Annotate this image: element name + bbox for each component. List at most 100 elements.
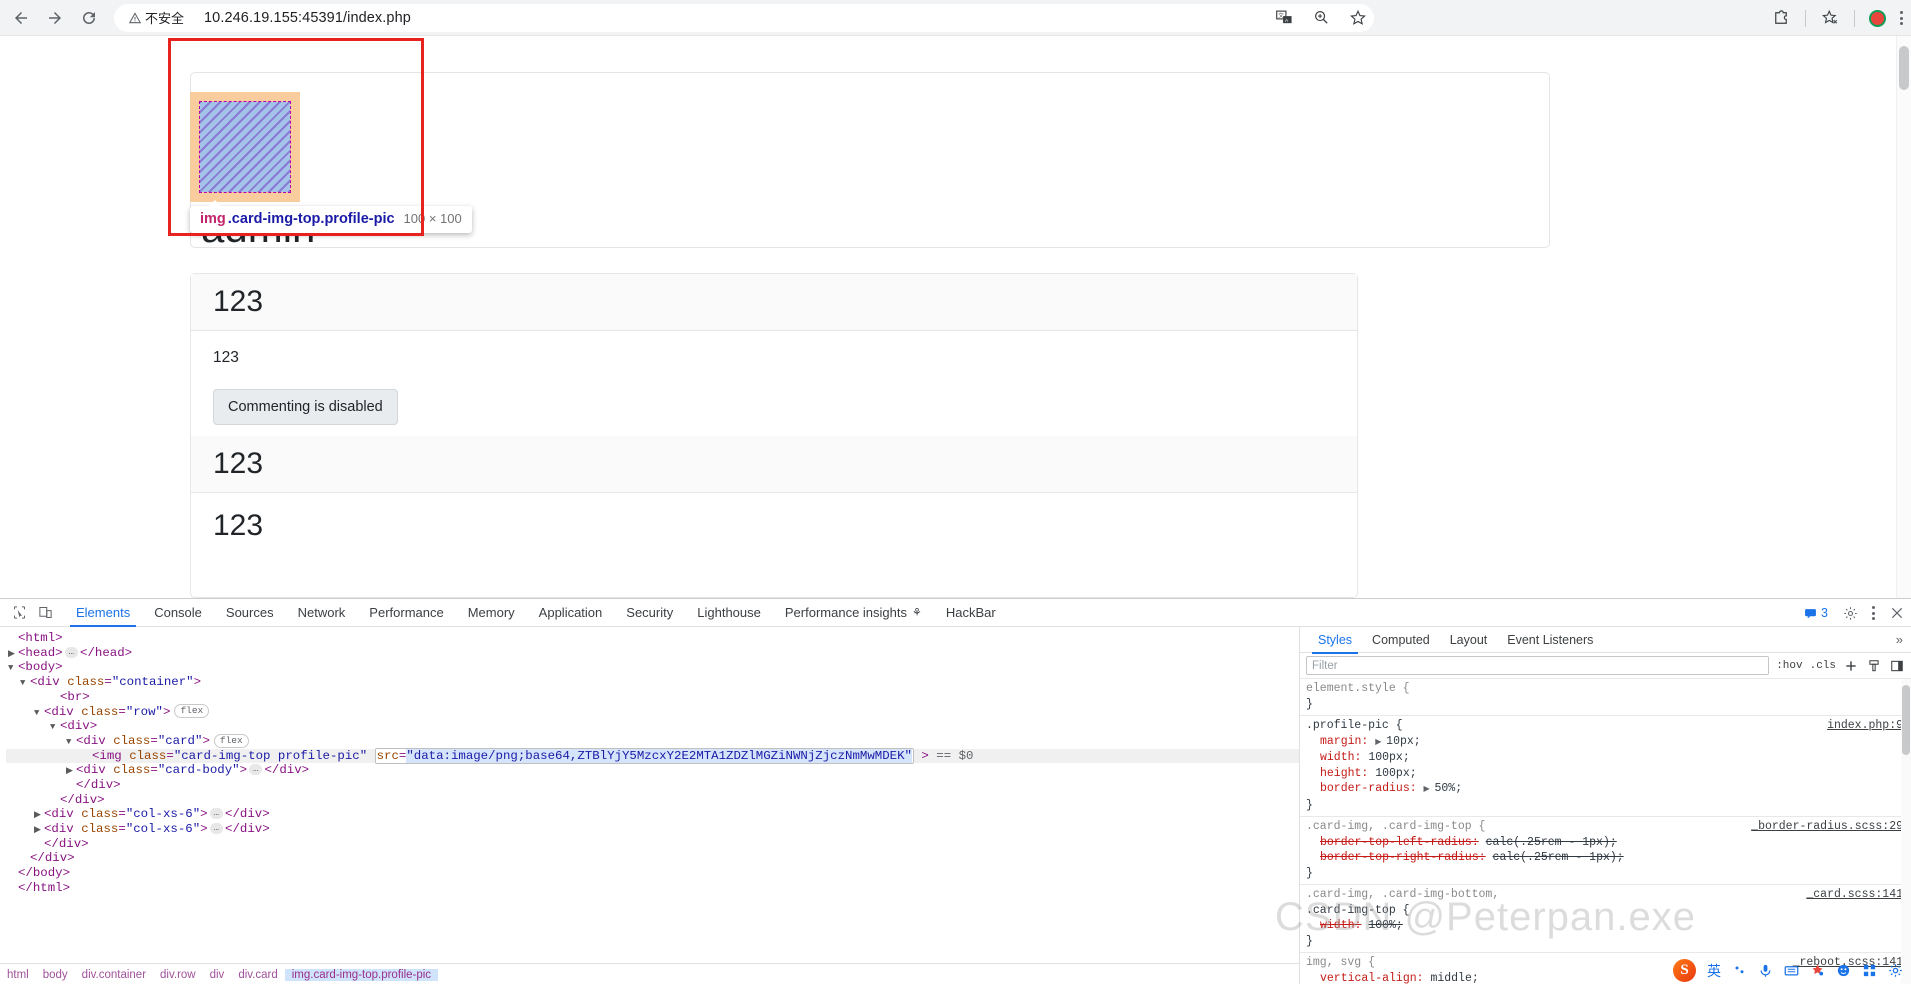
style-pen-icon[interactable] bbox=[1866, 658, 1882, 674]
css-property[interactable]: width: bbox=[1320, 919, 1361, 932]
devtools-menu-kebab-icon[interactable] bbox=[1872, 606, 1875, 620]
css-declaration[interactable]: width: 100%; bbox=[1306, 918, 1911, 934]
bookmark-star-icon[interactable] bbox=[1348, 8, 1368, 28]
dom-node[interactable]: <head>…</head> bbox=[6, 646, 1299, 661]
dom-node[interactable]: </div> bbox=[6, 837, 1299, 852]
css-value[interactable]: 100%; bbox=[1368, 919, 1403, 932]
dom-node[interactable]: </div> bbox=[6, 793, 1299, 808]
zoom-icon[interactable] bbox=[1311, 8, 1331, 28]
chevron-right-icon[interactable]: ▶ bbox=[1375, 738, 1386, 747]
css-selector[interactable]: element.style { bbox=[1306, 681, 1911, 697]
dom-node[interactable]: <div class="card">flex bbox=[6, 733, 1299, 749]
back-arrow-icon[interactable] bbox=[4, 1, 38, 35]
dom-node[interactable]: </div> bbox=[6, 778, 1299, 793]
css-value[interactable]: 100px; bbox=[1368, 751, 1409, 764]
skin-icon[interactable] bbox=[1810, 963, 1825, 978]
dom-tree[interactable]: <html><head>…</head><body><div class="co… bbox=[0, 627, 1299, 895]
css-rule-origin-link[interactable]: index.php:9 bbox=[1827, 718, 1903, 734]
styles-scrollbar-thumb[interactable] bbox=[1902, 685, 1910, 755]
css-selector-continued[interactable]: .card-img-top { bbox=[1306, 903, 1911, 919]
styles-scrollbar[interactable] bbox=[1901, 679, 1911, 984]
css-declaration[interactable]: height: 100px; bbox=[1306, 766, 1911, 782]
devtools-tab-hackbar[interactable]: HackBar bbox=[934, 599, 1008, 626]
devtools-tab-memory[interactable]: Memory bbox=[456, 599, 527, 626]
emoji-icon[interactable] bbox=[1836, 963, 1851, 978]
dom-node[interactable]: </div> bbox=[6, 851, 1299, 866]
devtools-tab-performance[interactable]: Performance bbox=[357, 599, 455, 626]
dom-node[interactable]: <div class="container"> bbox=[6, 675, 1299, 690]
css-declaration[interactable]: border-top-right-radius: calc(.25rem - 1… bbox=[1306, 850, 1911, 866]
toggle-sidebar-icon[interactable] bbox=[1889, 658, 1905, 674]
chevron-right-icon[interactable] bbox=[34, 808, 44, 823]
styles-tab-computed[interactable]: Computed bbox=[1362, 627, 1440, 653]
dom-node[interactable]: <body> bbox=[6, 660, 1299, 675]
breadcrumb-item[interactable]: div.row bbox=[153, 969, 203, 981]
css-property[interactable]: height: bbox=[1320, 767, 1368, 780]
devtools-tab-security[interactable]: Security bbox=[614, 599, 685, 626]
inspect-element-icon[interactable] bbox=[6, 600, 32, 626]
css-property[interactable]: border-top-left-radius: bbox=[1320, 836, 1479, 849]
settings-gear-icon[interactable] bbox=[1842, 605, 1858, 621]
devtools-tab-network[interactable]: Network bbox=[286, 599, 358, 626]
styles-more-tabs-icon[interactable]: » bbox=[1888, 632, 1911, 647]
css-rule[interactable]: _border-radius.scss:29 .card-img, .card-i… bbox=[1300, 817, 1911, 885]
styles-filter-input[interactable]: Filter bbox=[1306, 656, 1770, 675]
apps-icon[interactable] bbox=[1862, 963, 1877, 978]
close-devtools-icon[interactable] bbox=[1889, 605, 1905, 621]
css-property[interactable]: width: bbox=[1320, 751, 1361, 764]
css-value[interactable]: 10px; bbox=[1386, 735, 1421, 748]
css-declaration[interactable]: border-top-left-radius: calc(.25rem - 1p… bbox=[1306, 835, 1911, 851]
dom-node[interactable]: <div class="col-xs-6">…</div> bbox=[6, 807, 1299, 822]
cls-toggle[interactable]: .cls bbox=[1810, 660, 1836, 672]
css-rule-origin-link[interactable]: _border-radius.scss:29 bbox=[1751, 819, 1903, 835]
chevron-right-icon[interactable] bbox=[8, 647, 18, 662]
css-rule[interactable]: element.style {} bbox=[1300, 679, 1911, 716]
css-value[interactable]: calc(.25rem - 1px); bbox=[1493, 851, 1624, 864]
breadcrumb-item[interactable]: body bbox=[36, 969, 75, 981]
device-toolbar-icon[interactable] bbox=[32, 600, 58, 626]
extensions-puzzle-icon[interactable] bbox=[1771, 8, 1791, 28]
breadcrumb-item[interactable]: div.card bbox=[231, 969, 284, 981]
css-property[interactable]: border-top-right-radius: bbox=[1320, 851, 1486, 864]
comma-icon[interactable] bbox=[1732, 963, 1747, 978]
css-rule[interactable]: _card.scss:141 .card-img, .card-img-botto… bbox=[1300, 885, 1911, 953]
chevron-right-icon[interactable] bbox=[66, 764, 76, 779]
chevron-down-icon[interactable] bbox=[20, 676, 30, 691]
ime-mode-label[interactable]: 英 bbox=[1707, 961, 1721, 981]
dom-node[interactable]: </body> bbox=[6, 866, 1299, 881]
devtools-tab-lighthouse[interactable]: Lighthouse bbox=[685, 599, 773, 626]
chevron-down-icon[interactable] bbox=[50, 720, 60, 735]
css-property[interactable]: vertical-align: bbox=[1320, 972, 1424, 984]
css-property[interactable]: margin: bbox=[1320, 735, 1368, 748]
breadcrumb-item[interactable]: div.container bbox=[75, 969, 153, 981]
dom-node[interactable]: <html> bbox=[6, 631, 1299, 646]
styles-tab-event-listeners[interactable]: Event Listeners bbox=[1497, 627, 1603, 653]
dom-node[interactable]: </html> bbox=[6, 881, 1299, 896]
css-declaration[interactable]: margin: ▶ 10px; bbox=[1306, 734, 1911, 751]
devtools-tab-console[interactable]: Console bbox=[142, 599, 214, 626]
css-value[interactable]: 50%; bbox=[1434, 782, 1462, 795]
dom-node[interactable]: <br> bbox=[6, 690, 1299, 705]
security-indicator[interactable]: 不安全 bbox=[124, 6, 190, 29]
forward-arrow-icon[interactable] bbox=[38, 1, 72, 35]
dom-node[interactable]: <div class="row">flex bbox=[6, 704, 1299, 719]
css-rule[interactable]: index.php:9 .profile-pic {margin: ▶ 10px;… bbox=[1300, 716, 1911, 817]
page-scrollbar-thumb[interactable] bbox=[1899, 46, 1909, 90]
css-value[interactable]: 100px; bbox=[1375, 767, 1416, 780]
add-rule-icon[interactable] bbox=[1843, 658, 1859, 674]
page-scrollbar[interactable] bbox=[1896, 36, 1911, 598]
keyboard-icon[interactable] bbox=[1784, 963, 1799, 978]
chevron-down-icon[interactable] bbox=[8, 661, 18, 676]
chevron-right-icon[interactable]: ▶ bbox=[1424, 785, 1435, 794]
address-bar[interactable]: 不安全 10.246.19.155:45391/index.php 文A bbox=[114, 3, 1374, 32]
commenting-disabled-button[interactable]: Commenting is disabled bbox=[213, 389, 398, 425]
dom-node[interactable]: <div> bbox=[6, 719, 1299, 734]
chrome-menu-kebab-icon[interactable] bbox=[1900, 11, 1903, 25]
translate-icon[interactable]: 文A bbox=[1274, 8, 1294, 28]
messages-icon[interactable]: 3 bbox=[1804, 606, 1828, 620]
breadcrumb-item[interactable]: img.card-img-top.profile-pic bbox=[284, 968, 439, 981]
css-rule-origin-link[interactable]: _card.scss:141 bbox=[1806, 887, 1903, 903]
hov-toggle[interactable]: :hov bbox=[1776, 660, 1802, 672]
chevron-right-icon[interactable] bbox=[34, 823, 44, 838]
devtools-tab-elements[interactable]: Elements bbox=[64, 599, 142, 627]
